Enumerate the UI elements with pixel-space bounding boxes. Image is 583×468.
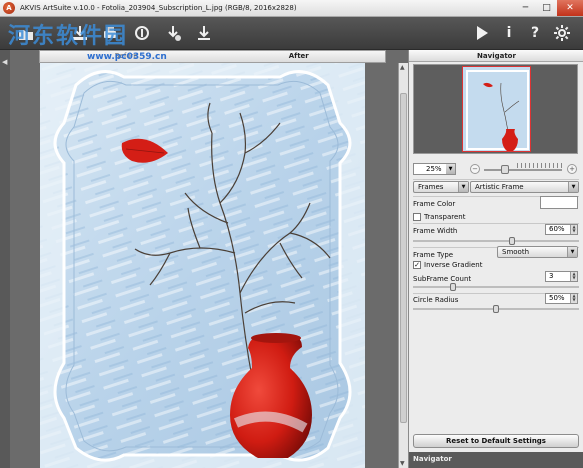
navigator-bottom-tab[interactable]: Navigator bbox=[409, 452, 583, 468]
frame-width-input[interactable]: 60% ▲ ▼ bbox=[545, 224, 578, 235]
chevron-down-icon: ▼ bbox=[446, 164, 455, 174]
scroll-down-icon[interactable]: ▼ bbox=[400, 460, 405, 467]
effect-group-value: Frames bbox=[418, 183, 444, 191]
subframe-count-slider-handle[interactable] bbox=[450, 283, 456, 291]
zoom-in-button[interactable]: + bbox=[567, 164, 577, 174]
navigator-preview[interactable] bbox=[413, 64, 578, 154]
spinner-icon[interactable]: ▲ ▼ bbox=[570, 272, 577, 281]
frame-width-slider[interactable] bbox=[413, 237, 579, 245]
maximize-button[interactable]: □ bbox=[536, 0, 557, 16]
download-icon[interactable] bbox=[194, 23, 214, 43]
zoom-value: 25% bbox=[426, 165, 442, 173]
frame-type-label: Frame Type bbox=[413, 251, 454, 259]
scrollbar-thumb[interactable] bbox=[400, 93, 407, 423]
info-icon[interactable]: i bbox=[499, 23, 519, 43]
run-icon[interactable] bbox=[472, 23, 492, 43]
close-button[interactable]: ✕ bbox=[557, 0, 583, 16]
frame-width-slider-handle[interactable] bbox=[509, 237, 515, 245]
effect-type-value: Artistic Frame bbox=[475, 183, 524, 191]
frame-type-value: Smooth bbox=[502, 248, 530, 256]
effect-group-select[interactable]: Frames ▼ bbox=[413, 181, 469, 193]
subframe-count-slider[interactable] bbox=[413, 283, 579, 291]
left-collapse-tab[interactable]: ◀ bbox=[0, 50, 10, 468]
inverse-gradient-label: Inverse Gradient bbox=[424, 261, 483, 269]
transparent-checkbox[interactable] bbox=[413, 213, 421, 221]
window-title: AKVIS ArtSuite v.10.0 - Fotolia_203904_S… bbox=[20, 4, 297, 12]
zoom-slider[interactable] bbox=[484, 169, 562, 171]
navigator-title: Navigator bbox=[409, 50, 583, 62]
watermark-text: 河东软件园 bbox=[8, 23, 129, 49]
frame-type-select[interactable]: Smooth ▼ bbox=[497, 246, 578, 258]
circle-radius-slider-handle[interactable] bbox=[493, 305, 499, 313]
navigator-thumbnail[interactable] bbox=[462, 66, 531, 152]
tab-after[interactable]: After bbox=[213, 51, 386, 62]
circle-radius-input[interactable]: 50% ▲ ▼ bbox=[545, 293, 578, 304]
frame-color-label: Frame Color bbox=[413, 200, 456, 208]
subframe-count-value: 3 bbox=[549, 272, 554, 280]
frame-width-value: 60% bbox=[549, 225, 565, 233]
zoom-out-button[interactable]: − bbox=[470, 164, 480, 174]
divider bbox=[413, 179, 579, 180]
frame-width-label: Frame Width bbox=[413, 227, 458, 235]
inverse-gradient-checkbox[interactable]: ✓ bbox=[413, 261, 421, 269]
share-icon[interactable] bbox=[132, 23, 152, 43]
reset-defaults-button[interactable]: Reset to Default Settings bbox=[413, 434, 579, 448]
spinner-icon[interactable]: ▲ ▼ bbox=[570, 225, 577, 234]
subframe-count-input[interactable]: 3 ▲ ▼ bbox=[545, 271, 578, 282]
circle-radius-slider[interactable] bbox=[413, 305, 579, 313]
app-logo-icon: A bbox=[3, 2, 15, 14]
chevron-down-icon: ▼ bbox=[568, 182, 578, 192]
transparent-label: Transparent bbox=[424, 213, 466, 221]
circle-radius-label: Circle Radius bbox=[413, 296, 459, 304]
chevron-left-icon: ◀ bbox=[2, 58, 8, 66]
zoom-controls: 25% ▼ − + bbox=[413, 163, 579, 175]
vertical-scrollbar[interactable]: ▲ ▼ bbox=[398, 63, 408, 468]
chevron-down-icon: ▼ bbox=[458, 182, 468, 192]
chevron-down-icon: ▼ bbox=[567, 247, 577, 257]
subframe-count-label: SubFrame Count bbox=[413, 275, 472, 283]
effect-type-select[interactable]: Artistic Frame ▼ bbox=[470, 181, 579, 193]
image-canvas[interactable] bbox=[40, 63, 365, 468]
title-bar: A AKVIS ArtSuite v.10.0 - Fotolia_203904… bbox=[0, 0, 583, 17]
batch-icon[interactable] bbox=[163, 23, 183, 43]
settings-panel: Navigator 25% ▼ − + Frames ▼ Artistic Fr… bbox=[408, 50, 583, 468]
watermark-url: www.pc0359.cn bbox=[87, 52, 167, 62]
spinner-icon[interactable]: ▲ ▼ bbox=[570, 294, 577, 303]
settings-icon[interactable] bbox=[552, 23, 572, 43]
frame-color-swatch[interactable] bbox=[540, 196, 578, 209]
circle-radius-value: 50% bbox=[549, 294, 565, 302]
zoom-ticks bbox=[517, 163, 562, 168]
window-controls: ─ □ ✕ bbox=[515, 0, 583, 16]
canvas-area: Before After ▲ ▼ bbox=[10, 50, 408, 468]
scroll-up-icon[interactable]: ▲ bbox=[400, 64, 405, 71]
minimize-button[interactable]: ─ bbox=[515, 0, 536, 16]
help-icon[interactable]: ? bbox=[525, 23, 545, 43]
zoom-select[interactable]: 25% ▼ bbox=[413, 163, 456, 175]
zoom-slider-handle[interactable] bbox=[501, 165, 509, 174]
